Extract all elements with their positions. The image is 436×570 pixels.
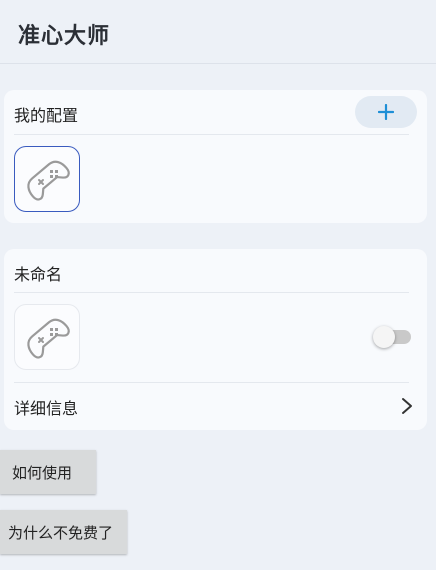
app-title: 准心大师 <box>18 24 111 49</box>
why-not-free-button[interactable]: 为什么不免费了 <box>0 510 127 554</box>
gamepad-icon <box>20 152 74 206</box>
preset-name: 未命名 <box>14 265 63 284</box>
preset-card: 未命名 详细信息 <box>4 249 427 430</box>
divider <box>14 134 409 135</box>
preset-enable-toggle[interactable] <box>373 326 413 348</box>
gamepad-icon <box>20 310 74 364</box>
add-config-button[interactable] <box>355 96 417 128</box>
detail-info-label: 详细信息 <box>14 399 79 418</box>
plus-icon <box>378 104 394 120</box>
app-header: 准心大师 <box>0 0 436 64</box>
chevron-right-icon <box>401 397 413 419</box>
my-config-card: 我的配置 <box>4 90 427 223</box>
toggle-knob <box>373 326 395 348</box>
how-to-use-button[interactable]: 如何使用 <box>0 450 96 494</box>
detail-info-row[interactable]: 详细信息 <box>4 383 427 429</box>
config-thumbnail-selected[interactable] <box>14 146 80 212</box>
preset-thumbnail[interactable] <box>14 304 80 370</box>
my-config-title: 我的配置 <box>14 106 79 125</box>
divider <box>14 292 409 293</box>
